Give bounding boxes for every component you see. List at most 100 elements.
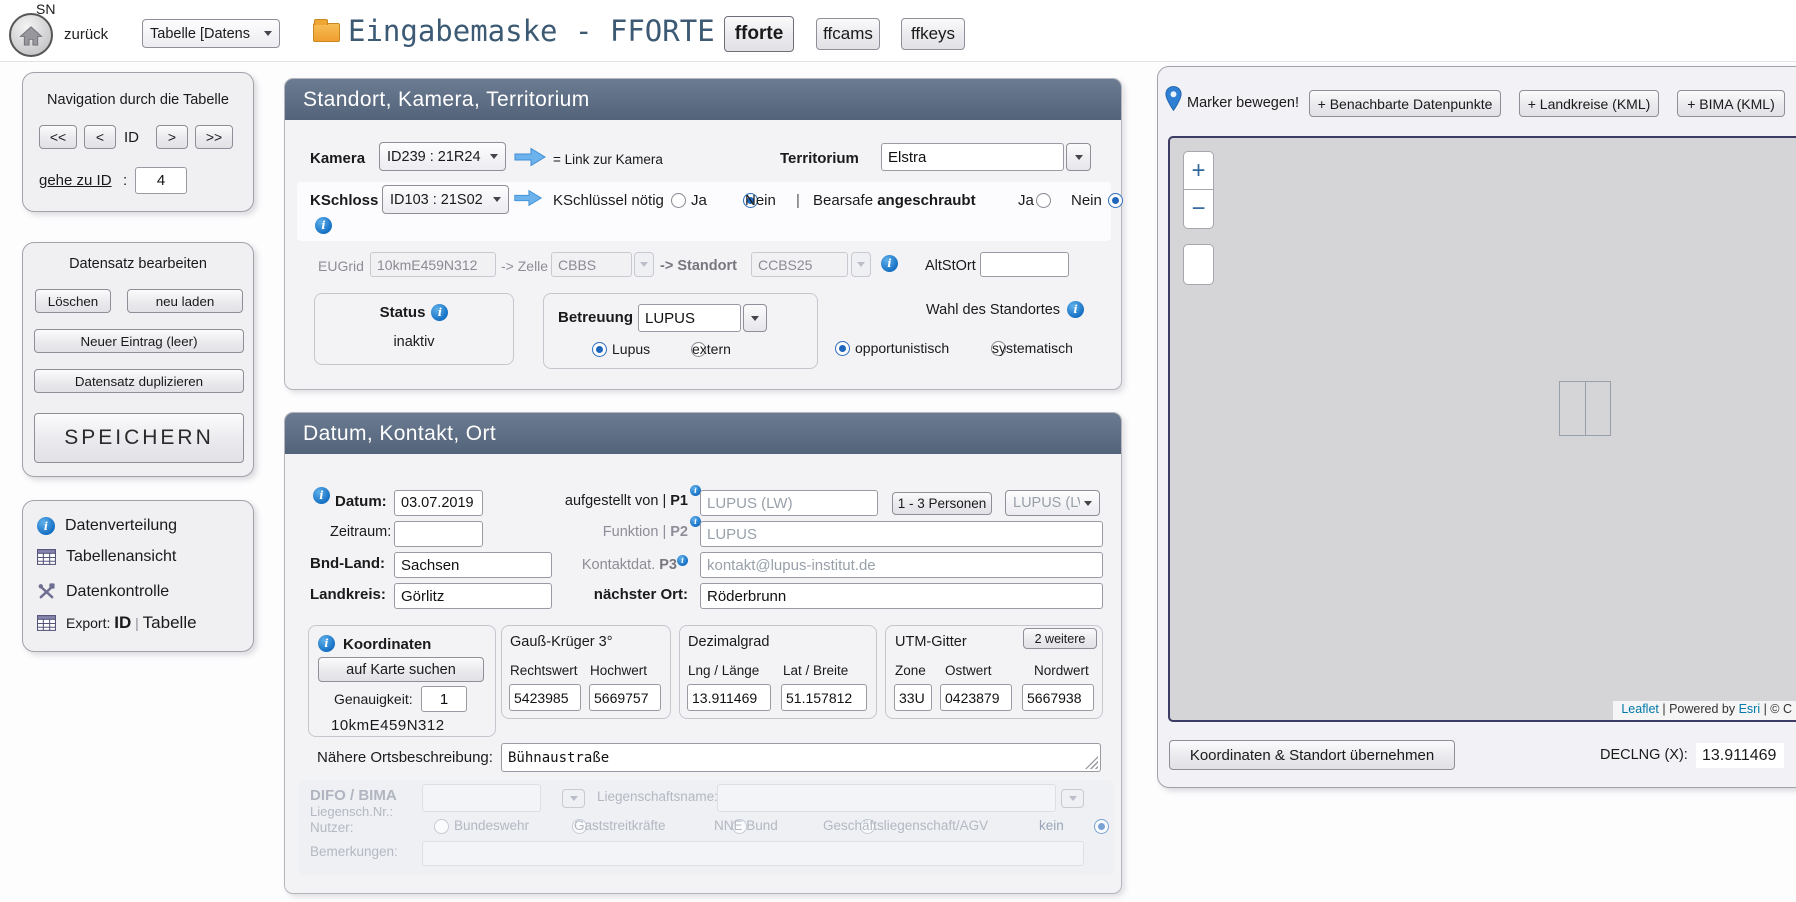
p1-select[interactable]: LUPUS (LW [1005,490,1100,516]
bima-kml-button[interactable]: + BIMA (KML) [1677,90,1785,117]
liegensch-nr-input [422,784,541,812]
radio-nutzer-geschaeftsliegenschaft-label: Geschäftsliegenschaft/AGV [823,818,988,833]
nav-button-ffkeys[interactable]: ffkeys [901,18,965,50]
first-record-button[interactable]: << [39,125,77,149]
altstort-input[interactable] [980,252,1069,277]
zone-col-label: Zone [895,663,926,678]
kschloss-select-value: ID103 : 21S02 [390,192,483,208]
datum-panel-title: Datum, Kontakt, Ort [285,413,1121,454]
zoom-out-button[interactable]: − [1183,190,1214,229]
info-icon[interactable] [431,304,448,321]
back-link[interactable]: zurück [64,26,108,43]
leaflet-link[interactable]: Leaflet [1621,702,1659,716]
info-icon[interactable] [318,635,335,652]
nordwert-col-label: Nordwert [1034,663,1089,678]
difo-label: DIFO / BIMA [310,787,397,804]
info-icon[interactable] [313,487,330,504]
hochwert-input[interactable] [589,684,661,711]
rechtswert-col-label: Rechtswert [510,663,578,678]
more-coords-button[interactable]: 2 weitere [1023,628,1097,649]
standort-dropdown-button [851,252,871,277]
map-marker-placeholder[interactable] [1559,381,1611,436]
ostwert-input[interactable] [940,684,1012,711]
ortsbeschreibung-value: Bühnaustraße [508,750,609,766]
info-icon-small[interactable] [677,555,688,566]
tools-item-tabellenansicht[interactable]: Tabellenansicht [37,548,176,566]
tools-item-export: Export: ID | Tabelle [37,613,197,633]
kschloss-select[interactable]: ID103 : 21S02 [382,185,509,214]
tools-item-datenkontrolle[interactable]: Datenkontrolle [37,582,169,601]
zeitraum-input[interactable] [394,521,483,547]
home-button[interactable] [9,13,53,57]
last-record-button[interactable]: >> [195,125,233,149]
radio-wahl-opportunistisch-label: opportunistisch [855,340,949,356]
aufgestellt-label: aufgestellt von | P1 [524,493,688,509]
zoom-in-button[interactable]: + [1183,151,1214,190]
prev-record-button[interactable]: < [84,125,116,149]
standort-panel-title: Standort, Kamera, Territorium [285,79,1121,120]
zelle-input [551,252,632,277]
ortsbeschreibung-textarea[interactable]: Bühnaustraße [501,743,1101,772]
p1-input[interactable] [700,490,878,516]
status-box: Status inaktiv [314,293,514,365]
p3-input[interactable] [700,552,1103,578]
lng-input[interactable] [687,684,771,711]
table-select[interactable]: Tabelle [Datens [142,19,280,48]
landkreise-kml-button[interactable]: + Landkreise (KML) [1519,90,1659,117]
map-search-button[interactable]: auf Karte suchen [318,657,484,682]
rechtswert-input[interactable] [509,684,581,711]
radio-bearsafe-ja-label: Ja [1018,192,1034,209]
zone-input[interactable] [894,684,932,711]
territorium-dropdown-button[interactable] [1066,143,1091,171]
radio-betreuung-lupus[interactable] [592,342,607,357]
radio-bearsafe-ja[interactable] [1036,193,1051,208]
camera-link-arrow-icon[interactable] [513,146,547,168]
apply-coordinates-button[interactable]: Koordinaten & Standort übernehmen [1169,740,1455,770]
resize-handle[interactable] [1085,756,1098,769]
personen-button[interactable]: 1 - 3 Personen [892,492,992,515]
radio-kschluessel-ja[interactable] [671,193,686,208]
save-button[interactable]: SPEICHERN [34,413,244,463]
info-icon[interactable] [315,217,332,234]
layers-control-button[interactable] [1183,244,1214,285]
bearsafe-label: Bearsafe angeschraubt [813,192,976,209]
datum-label: Datum: [335,493,387,510]
export-id-link[interactable]: ID [114,613,131,632]
esri-link[interactable]: Esri [1739,702,1761,716]
nordwert-input[interactable] [1022,684,1094,711]
export-label: Export: [66,615,110,631]
dezimalgrad-box: Dezimalgrad Lng / Länge Lat / Breite [679,625,877,719]
nav-button-ffcams[interactable]: ffcams [816,18,880,50]
goto-id-link[interactable]: gehe zu ID [39,172,112,189]
declng-value: 13.911469 [1696,743,1784,768]
betreuung-dropdown-button[interactable] [743,304,767,332]
p2-input[interactable] [700,521,1103,547]
tools-item-datenverteilung[interactable]: Datenverteilung [37,517,177,535]
altstort-label: AltStOrt [925,258,976,274]
nav-button-fforte[interactable]: fforte [724,16,794,52]
genauigkeit-input[interactable] [421,686,467,712]
kschloss-label: KSchloss [310,192,378,209]
info-icon[interactable] [881,255,898,272]
next-record-button[interactable]: > [156,125,188,149]
table-select-value: Tabelle [Datens [150,26,250,42]
reload-button[interactable]: neu laden [127,289,243,313]
neighbors-button[interactable]: + Benachbarte Datenpunkte [1309,90,1501,117]
map-attribution: Leaflet | Powered by Esri | © C [1613,701,1796,720]
export-table-link[interactable]: Tabelle [143,613,197,632]
delete-button[interactable]: Löschen [35,289,111,313]
betreuung-input[interactable] [638,304,741,332]
duplicate-button[interactable]: Datensatz duplizieren [34,369,244,393]
goto-id-input[interactable] [135,167,187,194]
lat-input[interactable] [781,684,867,711]
radio-wahl-opportunistisch[interactable] [835,341,850,356]
datum-input[interactable] [394,490,483,516]
kschloss-link-arrow-icon[interactable] [513,188,543,208]
kamera-select[interactable]: ID239 : 21R24 [379,142,506,171]
map-canvas[interactable]: + − Leaflet | Powered by Esri | © C [1168,136,1796,722]
radio-bearsafe-nein[interactable] [1108,193,1123,208]
info-icon[interactable] [1067,301,1084,318]
ort-input[interactable] [700,583,1103,609]
new-entry-button[interactable]: Neuer Eintrag (leer) [34,329,244,353]
territorium-input[interactable] [881,143,1064,171]
